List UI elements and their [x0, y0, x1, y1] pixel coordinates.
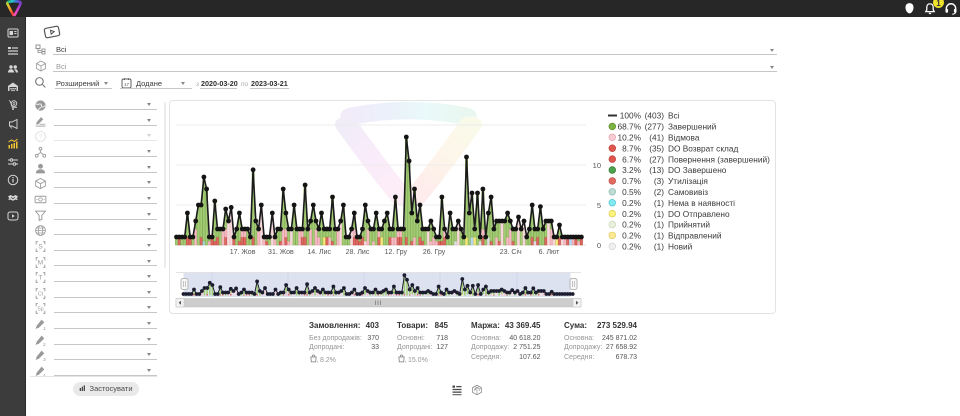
svg-text:68.7%: 68.7%	[617, 122, 641, 132]
svg-text:3: 3	[43, 357, 46, 362]
svg-text:0.2%: 0.2%	[622, 231, 642, 241]
svg-text:S: S	[38, 244, 43, 251]
svg-text:DO Отправлено: DO Отправлено	[668, 209, 730, 219]
svg-text:Прийнятий: Прийнятий	[668, 220, 710, 230]
svg-text:17. Жов: 17. Жов	[230, 249, 256, 256]
svg-text:(1): (1)	[654, 198, 664, 208]
svg-text:0.7%: 0.7%	[622, 176, 642, 186]
svg-text:12. Гру: 12. Гру	[385, 249, 408, 256]
svg-text:(41): (41)	[649, 133, 664, 143]
svg-text:23. Січ: 23. Січ	[500, 248, 522, 256]
svg-text:(2): (2)	[654, 187, 664, 197]
svg-text:(403): (403)	[645, 111, 665, 121]
svg-text:0.2%: 0.2%	[622, 209, 642, 219]
svg-text:10: 10	[593, 161, 601, 170]
svg-text:0.5%: 0.5%	[622, 187, 642, 197]
svg-text:0: 0	[597, 241, 601, 250]
svg-text:M: M	[38, 260, 43, 267]
svg-text:Відмова: Відмова	[668, 133, 700, 143]
svg-text:100%: 100%	[620, 111, 642, 121]
svg-text:26. Гру: 26. Гру	[423, 249, 446, 256]
svg-text:0.2%: 0.2%	[622, 198, 642, 208]
svg-text:(1): (1)	[654, 209, 664, 219]
svg-text:DO Завершено: DO Завершено	[668, 165, 727, 175]
svg-text:Повернення (завершений): Повернення (завершений)	[668, 154, 770, 164]
svg-text:3.2%: 3.2%	[622, 165, 642, 175]
svg-text:?: ?	[39, 135, 43, 141]
svg-text:0.2%: 0.2%	[622, 242, 642, 252]
svg-text:(277): (277)	[645, 122, 665, 132]
svg-text:DO Возврат склад: DO Возврат склад	[668, 143, 738, 153]
svg-text:Самовивіз: Самовивіз	[668, 187, 708, 197]
svg-text:Новий: Новий	[668, 242, 693, 252]
svg-text:x: x	[405, 360, 406, 363]
svg-text:Відправлений: Відправлений	[668, 231, 722, 241]
svg-text:2: 2	[43, 342, 46, 347]
svg-text:Завершений: Завершений	[668, 122, 717, 132]
svg-text:0.2%: 0.2%	[622, 220, 642, 230]
svg-text:(35): (35)	[649, 143, 664, 153]
svg-text:(1): (1)	[654, 242, 664, 252]
svg-text:14. Лис: 14. Лис	[307, 249, 331, 256]
svg-text:5: 5	[597, 201, 601, 210]
svg-text:1: 1	[43, 326, 46, 331]
svg-text:6. Лют: 6. Лют	[539, 249, 560, 256]
svg-text:Всі: Всі	[668, 111, 680, 121]
svg-text:x: x	[317, 360, 318, 363]
svg-text:28. Лис: 28. Лис	[346, 249, 370, 256]
svg-text:(3): (3)	[654, 176, 664, 186]
svg-text:6.7%: 6.7%	[622, 154, 642, 164]
svg-text:31. Жов: 31. Жов	[268, 249, 294, 256]
svg-text:Sp: Sp	[37, 307, 43, 313]
svg-text:(13): (13)	[649, 165, 664, 175]
svg-text:T: T	[39, 275, 43, 282]
svg-text:Нема в наявності: Нема в наявності	[668, 198, 735, 208]
svg-text:(27): (27)	[649, 154, 664, 164]
svg-text:(1): (1)	[654, 220, 664, 230]
svg-text:Утилізація: Утилізація	[668, 176, 708, 186]
svg-text:(1): (1)	[654, 231, 664, 241]
svg-text:10.2%: 10.2%	[617, 133, 641, 143]
svg-text:Ct: Ct	[38, 292, 44, 298]
svg-text:8.7%: 8.7%	[622, 143, 642, 153]
